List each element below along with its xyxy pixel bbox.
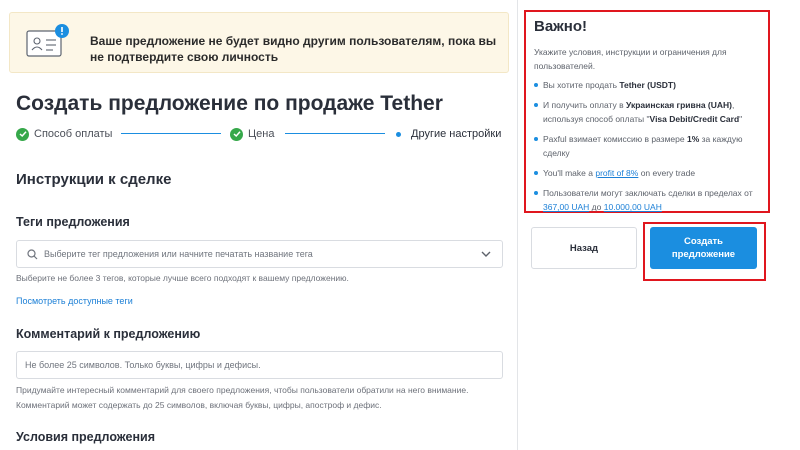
id-card-alert-icon: [26, 24, 69, 57]
chevron-down-icon: [481, 251, 491, 257]
column-divider: [517, 0, 518, 450]
tags-label: Теги предложения: [16, 215, 130, 229]
bullet-icon: [534, 103, 538, 107]
step-connector: [121, 133, 221, 134]
step-label: Цена: [248, 128, 275, 140]
step-other-settings[interactable]: Другие настройки: [392, 124, 501, 144]
current-step-dot-icon: [396, 131, 401, 137]
info-list: Вы хотите продать Tether (USDT) И получи…: [534, 78, 766, 220]
search-icon: [27, 249, 38, 260]
page-title: Создать предложение по продаже Tether: [16, 92, 443, 115]
verification-banner: Ваше предложение не будет видно другим п…: [9, 12, 509, 73]
important-info-panel: Важно! Укажите условия, инструкции и огр…: [524, 10, 770, 213]
page: Ваше предложение не будет видно другим п…: [0, 0, 800, 450]
bullet-icon: [534, 171, 538, 175]
section-title-instructions: Инструкции к сделке: [16, 171, 172, 188]
info-item-sell: Вы хотите продать Tether (USDT): [534, 78, 766, 92]
info-description: Укажите условия, инструкции и ограничени…: [534, 47, 727, 71]
back-button[interactable]: Назад: [531, 227, 637, 269]
tags-placeholder: Выберите тег предложения или начните печ…: [44, 249, 313, 259]
create-offer-label: Создать предложение: [671, 236, 736, 260]
bullet-icon: [534, 191, 538, 195]
step-label: Другие настройки: [411, 128, 502, 140]
comment-hint-line2: Комментарий может содержать до 25 символ…: [16, 400, 382, 410]
limit-min-link[interactable]: 367,00 UAH: [543, 202, 589, 212]
check-icon: [16, 127, 29, 141]
check-icon: [230, 127, 243, 141]
comment-placeholder: Не более 25 символов. Только буквы, цифр…: [25, 360, 261, 370]
step-label: Способ оплаты: [34, 128, 113, 140]
offer-form: Ваше предложение не будет видно другим п…: [0, 0, 517, 450]
limit-max-link[interactable]: 10.000,00 UAH: [604, 202, 662, 212]
create-offer-button[interactable]: Создать предложение: [650, 227, 757, 269]
comment-label: Комментарий к предложению: [16, 327, 201, 341]
banner-message: Ваше предложение не будет видно другим п…: [90, 34, 497, 64]
info-item-profit: You'll make a profit of 8% on every trad…: [534, 166, 766, 180]
info-item-limits: Пользователи могут заключать сделки в пр…: [534, 186, 766, 214]
tags-select[interactable]: Выберите тег предложения или начните печ…: [16, 240, 503, 268]
profit-link[interactable]: profit of 8%: [595, 168, 638, 178]
terms-label: Условия предложения: [16, 430, 155, 444]
info-item-receive: И получить оплату в Украинская гривна (U…: [534, 98, 766, 126]
bullet-icon: [534, 83, 538, 87]
step-connector: [285, 133, 385, 134]
view-tags-link[interactable]: Посмотреть доступные теги: [16, 296, 133, 306]
comment-hint-line1: Придумайте интересный комментарий для св…: [16, 385, 469, 395]
step-payment-method[interactable]: Способ оплаты: [16, 124, 112, 144]
step-price[interactable]: Цена: [230, 124, 274, 144]
tags-hint: Выберите не более 3 тегов, которые лучше…: [16, 273, 349, 283]
bullet-icon: [534, 137, 538, 141]
comment-input[interactable]: Не более 25 символов. Только буквы, цифр…: [16, 351, 503, 379]
info-item-fee: Paxful взимает комиссию в размере 1% за …: [534, 132, 766, 160]
info-title: Важно!: [534, 18, 588, 35]
progress-stepper: Способ оплаты Цена Другие настройки: [16, 124, 506, 144]
